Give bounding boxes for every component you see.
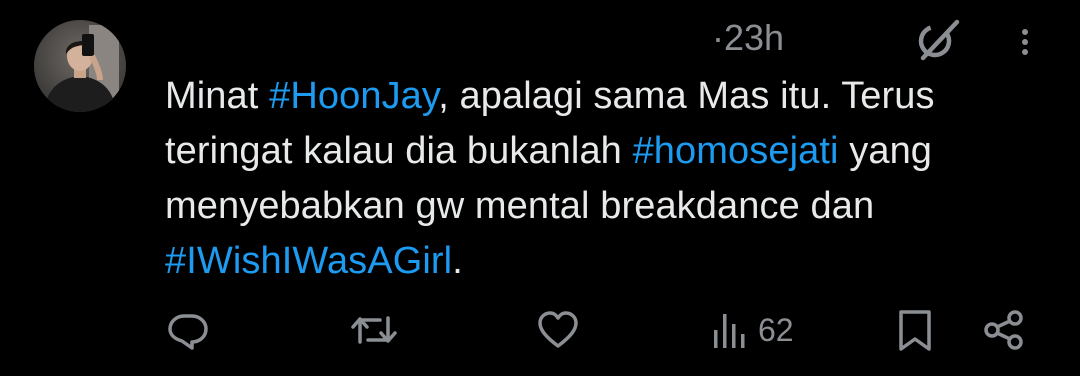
tweet-timestamp[interactable]: ·23h: [712, 16, 784, 60]
share-icon: [984, 310, 1023, 350]
timestamp-value: 23h: [724, 17, 785, 58]
hashtag-link[interactable]: #HoonJay: [269, 75, 438, 117]
tweet-actions: 62: [0, 300, 1080, 360]
tweet-text: Minat #HoonJay, apalagi sama Mas itu. Te…: [165, 69, 1065, 289]
reply-button[interactable]: [166, 300, 210, 360]
tweet-text-line: menyebabkan gw mental breakdance dan: [165, 179, 1065, 234]
hashtag-link[interactable]: #IWishIWasAGirl: [165, 240, 452, 282]
heart-icon: [538, 311, 578, 348]
tweet-text-segment: , apalagi sama Mas itu. Terus: [438, 75, 935, 117]
tweet-text-line: teringat kalau dia bukanlah #homosejati …: [165, 124, 1065, 179]
reply-icon: [168, 314, 208, 350]
tweet-text-line: Minat #HoonJay, apalagi sama Mas itu. Te…: [165, 69, 1065, 124]
tweet-text-segment: teringat kalau dia bukanlah: [165, 130, 633, 172]
tweet-text-segment: menyebabkan gw mental breakdance dan: [165, 185, 875, 227]
bookmark-icon: [899, 310, 931, 351]
retweet-icon: [351, 316, 397, 344]
tweet-text-segment: yang: [838, 130, 933, 172]
share-button[interactable]: [982, 300, 1026, 360]
avatar[interactable]: [34, 20, 126, 112]
views-count: 62: [758, 311, 794, 348]
hashtag-link[interactable]: #homosejati: [633, 130, 839, 172]
views-button[interactable]: 62: [710, 300, 794, 360]
more-options-icon[interactable]: [1010, 20, 1040, 64]
like-button[interactable]: [536, 300, 580, 360]
grok-icon[interactable]: [913, 14, 963, 64]
views-icon: [714, 314, 745, 348]
timestamp-separator: ·: [712, 17, 724, 58]
bookmark-button[interactable]: [895, 300, 935, 360]
tweet-text-line: #IWishIWasAGirl.: [165, 234, 1065, 289]
tweet-text-segment: .: [452, 240, 463, 282]
avatar-image: [34, 20, 126, 112]
retweet-button[interactable]: [350, 300, 398, 360]
tweet-text-segment: Minat: [165, 75, 270, 117]
